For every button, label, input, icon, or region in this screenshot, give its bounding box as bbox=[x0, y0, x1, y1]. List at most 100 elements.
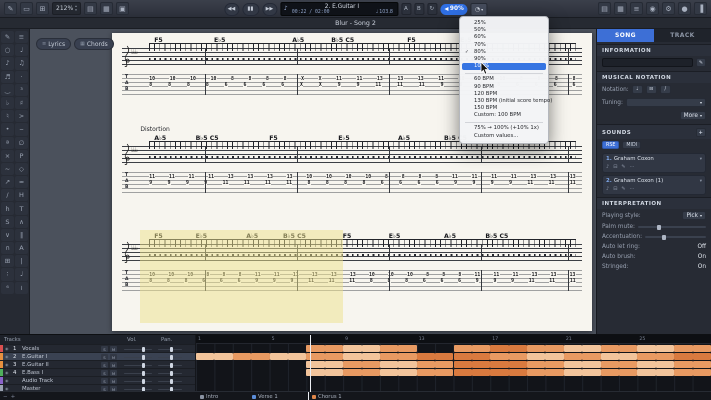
tempo-icon[interactable]: ♩ bbox=[15, 268, 28, 281]
timeline-block[interactable] bbox=[361, 368, 380, 376]
bend-icon[interactable]: ↗ bbox=[1, 176, 14, 189]
timeline[interactable]: 1 5 9 13 17 21 25 bbox=[196, 335, 711, 392]
tuner-icon[interactable]: ◉ bbox=[646, 2, 659, 15]
legato-icon[interactable]: ⌣ bbox=[15, 123, 28, 136]
timeline-block[interactable] bbox=[637, 344, 656, 352]
menu-item[interactable]: 70% bbox=[462, 42, 546, 49]
timeline-block[interactable] bbox=[379, 368, 399, 376]
timeline-block[interactable] bbox=[416, 352, 436, 360]
dotted-note-icon[interactable]: · bbox=[15, 70, 28, 83]
timeline-block[interactable] bbox=[508, 352, 528, 360]
slide-icon[interactable]: / bbox=[1, 189, 14, 202]
edit-mode-icon[interactable]: ✎ bbox=[4, 2, 17, 15]
timeline-block[interactable] bbox=[471, 368, 491, 376]
timeline-block[interactable] bbox=[692, 360, 711, 368]
timeline-block[interactable] bbox=[490, 344, 509, 352]
timeline-block[interactable] bbox=[527, 368, 546, 376]
timeline-block[interactable] bbox=[435, 368, 454, 376]
playhead[interactable] bbox=[310, 335, 312, 392]
selection-tool-icon[interactable]: ▭ bbox=[20, 2, 33, 15]
triplet-icon[interactable]: ³ bbox=[15, 83, 28, 96]
timeline-block[interactable] bbox=[269, 352, 288, 360]
flat-icon[interactable]: ♭ bbox=[1, 96, 14, 110]
timeline-block[interactable] bbox=[453, 368, 472, 376]
timeline-block[interactable] bbox=[674, 352, 693, 360]
timeline-block[interactable] bbox=[582, 368, 601, 376]
menu-item[interactable]: 150 BPM bbox=[462, 105, 546, 112]
sound-edit-icon[interactable]: ✎ bbox=[621, 164, 625, 170]
menu-item[interactable]: 90% bbox=[462, 56, 546, 63]
let-ring-icon[interactable]: ~ bbox=[1, 162, 14, 176]
staccato-icon[interactable]: • bbox=[1, 123, 14, 136]
edit-info-icon[interactable]: ✎ bbox=[696, 58, 706, 67]
timeline-block[interactable] bbox=[545, 368, 564, 376]
timeline-block[interactable] bbox=[398, 360, 417, 368]
timeline-block[interactable] bbox=[435, 352, 454, 360]
timeline-block[interactable] bbox=[674, 344, 693, 352]
keyboard-icon[interactable]: ▦ bbox=[614, 2, 627, 15]
timeline-block[interactable] bbox=[563, 352, 583, 360]
timeline-block[interactable] bbox=[343, 344, 362, 352]
half-note-icon[interactable]: ♩ bbox=[15, 44, 28, 57]
timeline-ruler[interactable]: 1 5 9 13 17 21 25 bbox=[196, 335, 711, 344]
pan-slider[interactable] bbox=[158, 386, 182, 392]
menu-item[interactable]: 50% bbox=[462, 27, 546, 34]
track-row[interactable]: ◉ 1 Vocals S M bbox=[0, 344, 195, 352]
pick-down-icon[interactable]: ∨ bbox=[1, 228, 14, 241]
timeline-block[interactable] bbox=[600, 360, 620, 368]
timeline-block[interactable] bbox=[545, 352, 564, 360]
timeline-block[interactable] bbox=[508, 344, 528, 352]
timeline-block[interactable] bbox=[582, 352, 601, 360]
speed-menu-button[interactable]: ◔ ▾ bbox=[470, 2, 488, 16]
chevron-down-icon[interactable]: ▾ bbox=[700, 157, 702, 162]
account-icon[interactable]: ● bbox=[678, 2, 691, 15]
menu-item[interactable]: 25% bbox=[462, 20, 546, 27]
timeline-block[interactable] bbox=[453, 360, 472, 368]
auto-let-ring-value[interactable]: Off bbox=[697, 244, 706, 250]
slash-notation-button[interactable]: / bbox=[659, 85, 671, 94]
print-icon[interactable]: ▣ bbox=[115, 2, 129, 15]
timeline-block[interactable] bbox=[674, 360, 693, 368]
volume-button[interactable]: 90% bbox=[439, 3, 468, 15]
timeline-zoom-out-icon[interactable]: − bbox=[3, 394, 8, 400]
pan-slider[interactable] bbox=[158, 362, 182, 368]
slider-thumb[interactable] bbox=[662, 234, 667, 240]
visibility-icon[interactable]: ◉ bbox=[5, 354, 9, 359]
timeline-block[interactable] bbox=[545, 360, 564, 368]
timeline-block[interactable] bbox=[619, 368, 638, 376]
slap-icon[interactable]: S bbox=[1, 215, 14, 228]
mixer-panel-icon[interactable]: ≡ bbox=[630, 2, 643, 15]
timeline-zoom-in-icon[interactable]: + bbox=[11, 394, 16, 400]
timeline-block[interactable] bbox=[563, 344, 583, 352]
text-icon[interactable]: A bbox=[15, 242, 28, 255]
playing-style-select[interactable]: Pick ▾ bbox=[682, 211, 706, 220]
natural-icon[interactable]: ♮ bbox=[1, 110, 14, 123]
tab-track[interactable]: TRACK bbox=[654, 29, 711, 42]
tab-song[interactable]: SONG bbox=[597, 29, 654, 42]
accentuation-slider[interactable] bbox=[645, 234, 706, 240]
timeline-block[interactable] bbox=[692, 352, 711, 360]
timeline-block[interactable] bbox=[324, 352, 344, 360]
timeline-block[interactable] bbox=[527, 360, 546, 368]
collapse-panel-icon[interactable]: ▐ bbox=[694, 2, 707, 15]
barline-icon[interactable]: | bbox=[15, 255, 28, 268]
timeline-block[interactable] bbox=[582, 360, 601, 368]
hammer-on-icon[interactable]: H bbox=[15, 189, 28, 202]
pan-slider[interactable] bbox=[158, 378, 182, 384]
palm-mute-icon[interactable]: P bbox=[15, 149, 28, 162]
track-row[interactable]: ◉ 4 E.Bass ISM bbox=[0, 368, 195, 376]
timeline-block[interactable] bbox=[619, 360, 638, 368]
timeline-block[interactable] bbox=[692, 344, 711, 352]
timeline-block[interactable] bbox=[416, 360, 436, 368]
zoom-control[interactable]: 212% ▴ ▾ bbox=[52, 2, 81, 15]
accent-icon[interactable]: > bbox=[15, 110, 28, 123]
volume-slider[interactable] bbox=[124, 378, 152, 384]
multivoice-icon[interactable]: ≡ bbox=[15, 31, 28, 44]
menu-item[interactable]: Custom: 100 BPM bbox=[462, 112, 546, 119]
sound-edit-icon[interactable]: ✎ bbox=[621, 186, 625, 192]
loop-b-button[interactable]: B bbox=[413, 3, 424, 15]
menu-item[interactable]: 130 BPM (initial score tempo) bbox=[462, 98, 552, 105]
timeline-block[interactable] bbox=[600, 344, 620, 352]
menu-item[interactable]: 100% bbox=[462, 63, 546, 71]
timeline-block[interactable] bbox=[655, 352, 675, 360]
